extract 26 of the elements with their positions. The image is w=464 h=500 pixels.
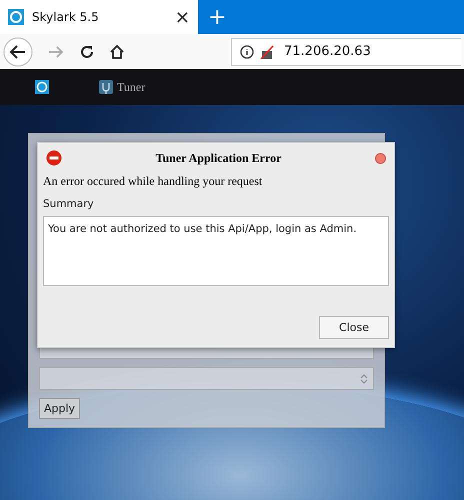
url-text: 71.206.20.63 (284, 44, 371, 59)
address-bar[interactable]: 71.206.20.63 (231, 38, 461, 66)
close-dot-button[interactable] (375, 152, 386, 164)
reload-icon[interactable] (79, 44, 95, 60)
summary-label: Summary (43, 198, 95, 210)
circle-icon (8, 9, 24, 25)
error-message: An error occured while handling your request (43, 174, 264, 189)
stop-icon (46, 150, 62, 166)
app-menu-item[interactable]: Tuner (99, 80, 146, 94)
circle-icon[interactable] (35, 80, 49, 94)
home-icon[interactable] (109, 44, 125, 60)
forward-icon[interactable] (47, 44, 65, 60)
browser-tab[interactable]: Skylark 5.5 × (0, 0, 198, 34)
updown-icon (360, 372, 368, 384)
back-icon[interactable] (3, 36, 33, 66)
tuning-fork-icon (99, 80, 113, 94)
summary-text-area[interactable]: You are not authorized to use this Api/App, login as Admin. (43, 216, 389, 286)
new-tab-button[interactable]: + (198, 2, 236, 32)
info-icon (240, 44, 254, 58)
close-button[interactable]: Close (319, 316, 389, 339)
select-field[interactable] (39, 367, 374, 390)
tab-title: Skylark 5.5 (32, 10, 100, 24)
lock-crossed-icon (260, 44, 274, 58)
dialog-title: Tuner Application Error (154, 150, 282, 166)
close-tab-button[interactable]: × (174, 6, 190, 28)
apply-button[interactable]: Apply (39, 398, 80, 419)
